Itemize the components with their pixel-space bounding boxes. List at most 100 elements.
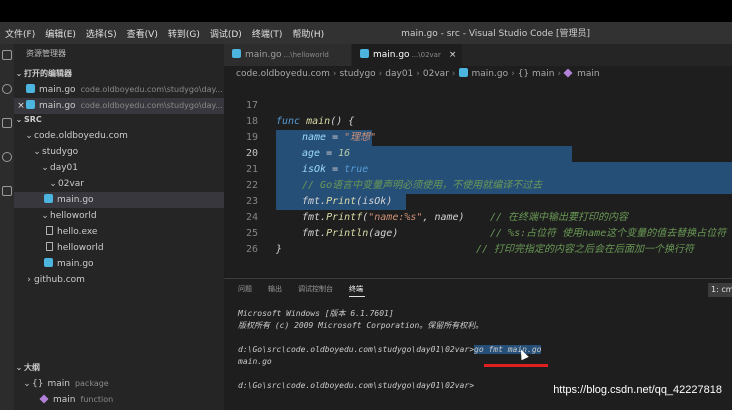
- go-file-icon: [44, 194, 53, 203]
- src-header[interactable]: ⌄ SRC: [14, 112, 224, 128]
- tree-folder-studygo[interactable]: ⌄studygo: [14, 144, 224, 160]
- token: // 打印完指定的内容之后会在后面加一个换行符: [476, 244, 695, 255]
- tab-label: main.go: [245, 50, 282, 60]
- debug-icon[interactable]: [2, 152, 12, 162]
- panel-tab-output[interactable]: 输出: [268, 284, 282, 294]
- tree-file-helloworld[interactable]: helloworld: [14, 240, 224, 256]
- go-file-icon: [360, 49, 369, 58]
- panel-tab-debug-console[interactable]: 调试控制台: [298, 284, 333, 294]
- code-editor[interactable]: 17 func main() { 18 name = "理想" 19 age =…: [224, 82, 732, 274]
- tree-label: day01: [50, 163, 79, 173]
- chevron-right-icon: ›: [378, 69, 383, 79]
- breadcrumb-item[interactable]: day01: [385, 69, 413, 79]
- tree-label: hello.exe: [57, 227, 98, 237]
- tree-folder-02var[interactable]: ⌄02var: [14, 176, 224, 192]
- go-file-icon: [232, 49, 241, 58]
- open-editor-name: main.go: [39, 101, 76, 111]
- tree-file-main-go[interactable]: main.go: [14, 256, 224, 272]
- menu-selection[interactable]: 选择(S): [81, 27, 122, 40]
- menu-debug[interactable]: 调试(D): [205, 27, 247, 40]
- tree-label: code.oldboyedu.com: [34, 131, 128, 141]
- chevron-right-icon: ›: [416, 69, 420, 79]
- window-title: main.go - src - Visual Studio Code [管理员]: [401, 29, 590, 39]
- terminal-line: Microsoft Windows [版本 6.1.7601]: [238, 309, 394, 318]
- go-file-icon: [26, 84, 35, 93]
- outline-item-function[interactable]: main function: [14, 392, 224, 408]
- tree-label: studygo: [42, 147, 79, 157]
- outline-label: 大纲: [24, 363, 40, 372]
- menu-help[interactable]: 帮助(H): [287, 27, 329, 40]
- tab-02var-main-go[interactable]: main.go ...\02var ×: [352, 44, 462, 66]
- panel-tabs: 问题 输出 调试控制台 终端 1: cmd: [224, 279, 732, 301]
- menu-go[interactable]: 转到(G): [163, 27, 205, 40]
- breadcrumb-item[interactable]: studygo: [339, 69, 375, 79]
- extensions-icon[interactable]: [2, 186, 12, 196]
- tree-label: github.com: [34, 275, 85, 285]
- breadcrumb-item[interactable]: 02var: [423, 69, 449, 79]
- tab-path: ...\helloworld: [283, 51, 329, 59]
- open-editors-header[interactable]: ⌄ 打开的编辑器: [14, 66, 224, 82]
- chevron-down-icon: ⌄: [41, 163, 49, 173]
- src-label: SRC: [24, 115, 42, 124]
- code-line: 21 // Go语言中变量声明必须使用，不使用就编译不过去: [224, 146, 732, 191]
- breadcrumb-item[interactable]: code.oldboyedu.com: [236, 69, 330, 79]
- menu-terminal[interactable]: 终端(T): [247, 27, 288, 40]
- code-line: 19 age = 16: [224, 114, 732, 159]
- terminal-select[interactable]: 1: cmd: [708, 283, 732, 297]
- terminal-prompt: d:\Go\src\code.oldboyedu.com\studygo\day…: [238, 345, 475, 354]
- outline-kind: function: [80, 395, 114, 404]
- tree-folder-day01[interactable]: ⌄day01: [14, 160, 224, 176]
- breadcrumb-item[interactable]: main.go: [472, 69, 509, 79]
- token: }: [276, 244, 283, 255]
- go-file-icon: [458, 68, 468, 77]
- open-editor-name: main.go: [39, 85, 76, 95]
- source-control-icon[interactable]: [2, 118, 12, 128]
- tree-label: helloworld: [50, 211, 97, 221]
- code-line: 24 fmt.Println(age) // 打印完指定的内容之后会在后面加一个…: [224, 194, 732, 255]
- panel-tab-problems[interactable]: 问题: [238, 284, 252, 294]
- chevron-down-icon: ⌄: [15, 363, 23, 372]
- code-line: 25 }: [224, 210, 732, 255]
- tree-folder-helloworld[interactable]: ⌄helloworld: [14, 208, 224, 224]
- namespace-icon: {}: [32, 379, 44, 389]
- code-line: 23 fmt.Printf("name:%s", name) // %s:占位符…: [224, 178, 732, 239]
- panel-tab-terminal[interactable]: 终端: [349, 284, 363, 294]
- chevron-right-icon: ›: [451, 69, 456, 79]
- file-icon: [46, 226, 53, 235]
- outline-item-package[interactable]: ⌄{} main package: [14, 376, 224, 392]
- menu-edit[interactable]: 编辑(E): [40, 27, 81, 40]
- tree-file-main-go-active[interactable]: main.go: [14, 192, 224, 208]
- outline-name: main: [47, 379, 70, 389]
- terminal-prompt: d:\Go\src\code.oldboyedu.com\studygo\day…: [238, 381, 475, 390]
- chevron-right-icon: ›: [332, 69, 337, 79]
- open-editor-path: code.oldboyedu.com\studygo\day...: [80, 101, 223, 110]
- open-editors-label: 打开的编辑器: [24, 69, 72, 78]
- tree-file-hello-exe[interactable]: hello.exe: [14, 224, 224, 240]
- breadcrumb-item[interactable]: {} main: [518, 69, 555, 79]
- explorer-icon[interactable]: [2, 50, 12, 60]
- tree-label: 02var: [58, 179, 84, 189]
- open-editor-item[interactable]: main.go code.oldboyedu.com\studygo\day...: [14, 82, 224, 98]
- outline-name: main: [53, 395, 76, 405]
- menu-file[interactable]: 文件(F): [0, 27, 40, 40]
- explorer-sidebar: 资源管理器 ⌄ 打开的编辑器 main.go code.oldboyedu.com\…: [14, 44, 224, 410]
- active-tab-indicator: [349, 296, 365, 297]
- menu-bar: 文件(F) 编辑(E) 选择(S) 查看(V) 转到(G) 调试(D) 终端(T…: [0, 22, 329, 44]
- search-icon[interactable]: [2, 84, 12, 94]
- terminal-line: main.go: [238, 357, 272, 366]
- tree-folder-code-oldboyedu[interactable]: ⌄code.oldboyedu.com: [14, 128, 224, 144]
- tab-helloworld-main-go[interactable]: main.go ...\helloworld: [224, 44, 351, 66]
- code-line: 22 fmt.Print(isOk) // 在终端中输出要打印的内容: [224, 162, 732, 223]
- menu-view[interactable]: 查看(V): [122, 27, 163, 40]
- go-file-icon: [26, 100, 35, 109]
- outline-header[interactable]: ⌄ 大纲: [14, 360, 224, 376]
- code-line: 17 func main() {: [224, 82, 732, 127]
- tree-folder-github[interactable]: › github.com: [14, 272, 224, 288]
- tab-path: ...\02var: [411, 51, 441, 59]
- chevron-down-icon: ⌄: [15, 69, 23, 78]
- tree-label: main.go: [57, 259, 94, 269]
- function-icon: [563, 68, 573, 78]
- tree-label: main.go: [57, 195, 94, 205]
- close-icon[interactable]: ×: [449, 50, 457, 60]
- breadcrumb-item[interactable]: main: [577, 69, 600, 79]
